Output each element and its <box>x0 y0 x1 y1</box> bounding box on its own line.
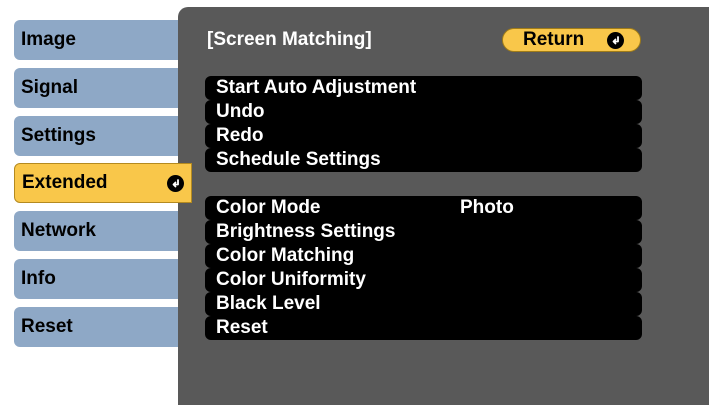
menu-item-brightness-settings[interactable]: Brightness Settings <box>205 220 642 244</box>
tab-label: Signal <box>21 77 79 98</box>
menu-item-label: Start Auto Adjustment <box>216 77 417 98</box>
tab-network[interactable]: Network <box>14 211 189 251</box>
menu-item-reset[interactable]: Reset <box>205 316 642 340</box>
menu-item-black-level[interactable]: Black Level <box>205 292 642 316</box>
tab-label: Network <box>21 220 96 241</box>
menu-item-label: Schedule Settings <box>216 149 381 170</box>
menu-item-color-uniformity[interactable]: Color Uniformity <box>205 268 642 292</box>
menu-item-schedule-settings[interactable]: Schedule Settings <box>205 148 642 172</box>
menu-item-label: Color Mode <box>216 197 321 218</box>
menu-item-start-auto-adjustment[interactable]: Start Auto Adjustment <box>205 76 642 100</box>
tab-reset[interactable]: Reset <box>14 307 189 347</box>
menu-group-adjustment: Start Auto Adjustment Undo Redo Schedule… <box>205 76 642 172</box>
tab-label: Settings <box>21 125 96 146</box>
tab-settings[interactable]: Settings <box>14 116 189 156</box>
return-label: Return <box>523 29 585 50</box>
page-title: [Screen Matching] <box>207 29 372 50</box>
menu-item-label: Color Uniformity <box>216 269 366 290</box>
menu-item-label: Black Level <box>216 293 321 314</box>
enter-icon <box>167 175 184 192</box>
menu-item-label: Brightness Settings <box>216 221 396 242</box>
tab-extended[interactable]: Extended <box>14 163 192 203</box>
color-mode-value: Photo <box>460 197 514 218</box>
menu-item-label: Color Matching <box>216 245 355 266</box>
tab-label: Info <box>21 268 56 289</box>
enter-icon <box>607 32 624 49</box>
return-button[interactable]: Return <box>502 28 641 52</box>
menu-item-color-matching[interactable]: Color Matching <box>205 244 642 268</box>
menu-item-label: Redo <box>216 125 264 146</box>
tab-info[interactable]: Info <box>14 259 189 299</box>
tab-label: Reset <box>21 316 73 337</box>
menu-group-color: Color Mode Photo Brightness Settings Col… <box>205 196 642 340</box>
tab-label: Image <box>21 29 76 50</box>
tab-image[interactable]: Image <box>14 20 189 60</box>
tab-signal[interactable]: Signal <box>14 68 189 108</box>
menu-item-undo[interactable]: Undo <box>205 100 642 124</box>
tab-label: Extended <box>22 172 108 193</box>
menu-item-color-mode[interactable]: Color Mode Photo <box>205 196 642 220</box>
menu-item-label: Undo <box>216 101 265 122</box>
menu-item-label: Reset <box>216 317 268 338</box>
menu-item-redo[interactable]: Redo <box>205 124 642 148</box>
